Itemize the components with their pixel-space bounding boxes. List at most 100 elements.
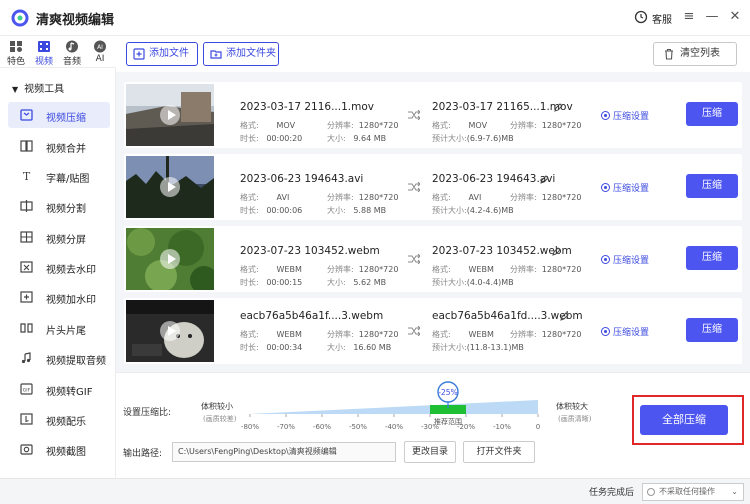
slider-tick-label: -80% bbox=[240, 423, 260, 431]
sidebar-item-split[interactable]: 视频分割 bbox=[8, 193, 110, 219]
trash-icon bbox=[665, 48, 673, 60]
minimize-icon[interactable]: — bbox=[703, 8, 721, 26]
source-resolution: 分辨率: 1280*720 bbox=[327, 192, 398, 203]
open-folder-button[interactable]: 打开文件夹 bbox=[463, 441, 535, 463]
add-folder-button[interactable]: 添加文件夹 bbox=[203, 42, 279, 66]
menu-icon[interactable]: ≡ bbox=[680, 8, 698, 26]
change-directory-button[interactable]: 更改目录 bbox=[404, 441, 456, 463]
subtitle-icon: T bbox=[23, 170, 31, 182]
close-icon[interactable]: ✕ bbox=[726, 8, 744, 26]
estimated-size: 预计大小:(4.0-4.4)MB bbox=[432, 277, 514, 288]
sidebar-item-add-watermark[interactable]: 视频加水印 bbox=[8, 284, 110, 310]
slider-tick-label: -50% bbox=[348, 423, 368, 431]
compress-settings-link[interactable]: 压缩设置 bbox=[601, 109, 649, 122]
video-thumbnail[interactable] bbox=[126, 84, 214, 146]
sidebar-item-label: 视频合并 bbox=[46, 144, 86, 155]
format-value: WEBM bbox=[468, 265, 494, 274]
compress-settings-label: 压缩设置 bbox=[613, 256, 650, 266]
after-task-select[interactable]: 不采取任何操作 ⌄ bbox=[642, 483, 744, 501]
output-file-name: 2023-03-17 21165...1.mov bbox=[432, 101, 573, 113]
edit-icon[interactable] bbox=[554, 103, 563, 112]
caret-down-icon: ▼ bbox=[12, 85, 19, 94]
file-row: 2023-03-17 2116...1.mov 格式: MOV 分辨率: 128… bbox=[124, 82, 742, 148]
source-file-name: 2023-03-17 2116...1.mov bbox=[240, 101, 374, 113]
resolution-value: 1280*720 bbox=[541, 330, 582, 339]
convert-arrow-icon bbox=[408, 182, 420, 192]
sidebar-item-gif[interactable]: GIF 视频转GIF bbox=[8, 376, 110, 402]
add-file-label: 添加文件 bbox=[149, 48, 189, 59]
sidebar-group-header[interactable]: ▼ 视频工具 bbox=[12, 80, 64, 95]
compress-button[interactable]: 压缩 bbox=[686, 102, 738, 126]
grid-icon bbox=[10, 41, 22, 52]
sidebar-item-music[interactable]: 视频配乐 bbox=[8, 406, 110, 432]
settings-icon bbox=[601, 327, 610, 336]
format-label: 格式: bbox=[432, 330, 451, 339]
video-thumbnail[interactable] bbox=[126, 300, 214, 362]
play-icon[interactable] bbox=[160, 177, 180, 197]
estimated-size: 预计大小:(4.2-4.6)MB bbox=[432, 205, 514, 216]
smaller-size-label: 体积较小 bbox=[201, 402, 233, 411]
split-icon bbox=[20, 200, 33, 212]
est-size-value: (11.8-13.1)MB bbox=[466, 343, 524, 352]
edit-icon[interactable] bbox=[552, 247, 561, 256]
sidebar-item-label: 片头片尾 bbox=[46, 326, 86, 337]
sidebar-item-subtitle[interactable]: T 字幕/贴图 bbox=[8, 163, 110, 189]
resolution-value: 1280*720 bbox=[541, 121, 582, 130]
compress-settings-label: 压缩设置 bbox=[613, 184, 650, 194]
source-format: 格式: WEBM bbox=[240, 329, 302, 340]
file-row: 2023-06-23 194643.avi 格式: AVI 分辨率: 1280*… bbox=[124, 154, 742, 220]
format-label: 格式: bbox=[240, 330, 259, 339]
resolution-label: 分辨率: bbox=[510, 121, 537, 130]
add-file-button[interactable]: 添加文件 bbox=[126, 42, 198, 66]
clear-list-button[interactable]: 清空列表 bbox=[653, 42, 737, 66]
sidebar-item-screenshot[interactable]: 视频截图 bbox=[8, 436, 110, 462]
sidebar-item-splitscreen[interactable]: 视频分屏 bbox=[8, 224, 110, 250]
estimated-size: 预计大小:(6.9-7.6)MB bbox=[432, 133, 514, 144]
resolution-value: 1280*720 bbox=[358, 121, 399, 130]
source-duration: 时长: 00:00:34 bbox=[240, 342, 302, 353]
tab-audio[interactable]: 音频 bbox=[59, 40, 85, 67]
play-icon[interactable] bbox=[160, 321, 180, 341]
output-path-field[interactable]: C:\Users\FengPing\Desktop\清爽视频编辑 bbox=[172, 442, 396, 462]
video-thumbnail[interactable] bbox=[126, 228, 214, 290]
compress-all-button[interactable]: 全部压缩 bbox=[640, 405, 728, 435]
compression-slider[interactable]: -25% bbox=[240, 378, 550, 422]
sidebar-item-compress[interactable]: 视频压缩 bbox=[8, 102, 110, 128]
play-icon[interactable] bbox=[160, 249, 180, 269]
source-resolution: 分辨率: 1280*720 bbox=[327, 264, 398, 275]
slider-tick-label: -10% bbox=[492, 423, 512, 431]
customer-service-label[interactable]: 客服 bbox=[652, 11, 672, 26]
larger-size-label: 体积较大 bbox=[556, 402, 588, 411]
source-file-name: eacb76a5b46a1f....3.webm bbox=[240, 310, 384, 322]
compress-settings-link[interactable]: 压缩设置 bbox=[601, 181, 649, 194]
compress-button[interactable]: 压缩 bbox=[686, 318, 738, 342]
edit-icon[interactable] bbox=[560, 312, 569, 321]
sidebar-item-remove-watermark[interactable]: 视频去水印 bbox=[8, 254, 110, 280]
settings-icon bbox=[601, 111, 610, 120]
sidebar-item-intro-outro[interactable]: 片头片尾 bbox=[8, 315, 110, 341]
slider-tick-label: -60% bbox=[312, 423, 332, 431]
edit-icon[interactable] bbox=[540, 175, 549, 184]
size-label: 大小: bbox=[327, 206, 346, 215]
video-thumbnail[interactable] bbox=[126, 156, 214, 218]
slider-track[interactable] bbox=[250, 400, 538, 414]
sidebar-item-merge[interactable]: 视频合并 bbox=[8, 133, 110, 159]
duration-label: 时长: bbox=[240, 278, 259, 287]
add-file-icon bbox=[133, 48, 145, 60]
resolution-value: 1280*720 bbox=[358, 193, 399, 202]
sidebar-item-extract-audio[interactable]: 视频提取音频 bbox=[8, 345, 110, 371]
customer-service-icon[interactable] bbox=[634, 10, 648, 24]
tab-featured[interactable]: 特色 bbox=[3, 40, 29, 67]
compress-button[interactable]: 压缩 bbox=[686, 246, 738, 270]
play-icon[interactable] bbox=[160, 105, 180, 125]
compress-settings-link[interactable]: 压缩设置 bbox=[601, 325, 649, 338]
compress-settings-link[interactable]: 压缩设置 bbox=[601, 253, 649, 266]
chevron-down-icon: ⌄ bbox=[731, 487, 738, 496]
tab-ai[interactable]: AI AI bbox=[87, 40, 113, 64]
source-format: 格式: AVI bbox=[240, 192, 289, 203]
settings-icon bbox=[601, 255, 610, 264]
tab-video[interactable]: 视频 bbox=[31, 40, 57, 67]
sidebar-item-label: 视频配乐 bbox=[46, 417, 86, 428]
resolution-label: 分辨率: bbox=[510, 330, 537, 339]
compress-button[interactable]: 压缩 bbox=[686, 174, 738, 198]
